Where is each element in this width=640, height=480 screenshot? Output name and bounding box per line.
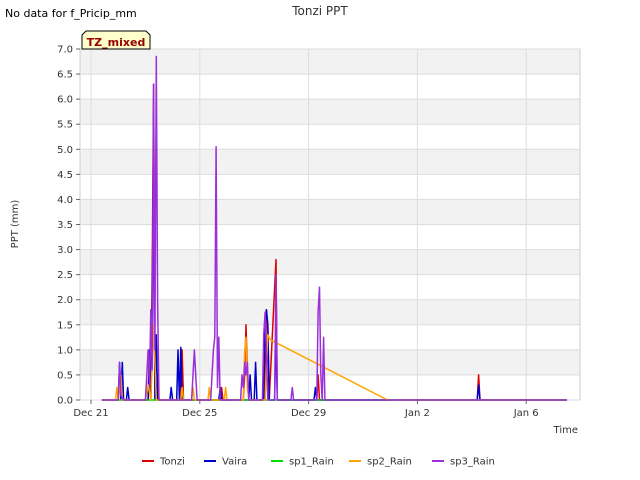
plot-band: [80, 149, 580, 175]
y-tick-label: 4.0: [57, 195, 73, 206]
x-tick-label: Dec 21: [73, 408, 108, 419]
plot-band: [80, 99, 580, 125]
y-tick-label: 1.5: [57, 320, 73, 331]
legend: Tonzi Vaira sp1_Rain sp2_Rain sp3_Rain: [142, 457, 495, 468]
y-axis-label: PPT (mm): [10, 200, 21, 249]
x-axis-label: Time: [553, 425, 578, 436]
y-tick-label: 7.0: [57, 45, 73, 56]
x-tick-label: Dec 25: [182, 408, 217, 419]
plot-band: [80, 49, 580, 75]
y-tick-label: 2.0: [57, 295, 73, 306]
y-tick-label: 3.5: [57, 220, 73, 231]
y-tick-label: 5.5: [57, 120, 73, 131]
legend-label-sp1-rain: sp1_Rain: [289, 457, 334, 468]
site-badge: TZ_mixed: [81, 30, 151, 50]
x-tick-label: Dec 29: [291, 408, 326, 419]
y-tick-label: 4.5: [57, 170, 73, 181]
x-tick-label: Jan 2: [404, 408, 430, 419]
ppt-chart: 0.0 0.5 1.0 1.5 2.0 2.5 3.0 3.5 4.0 4.5 5.0 5.5 6.0 6…: [10, 4, 581, 468]
y-axis-ticks: 0.0 0.5 1.0 1.5 2.0 2.5 3.0 3.5 4.0 4.5 5.0 5.5 6.0 6…: [57, 45, 80, 407]
legend-label-sp2-rain: sp2_Rain: [367, 457, 412, 468]
y-tick-label: 0.0: [57, 396, 73, 407]
legend-label-sp3-rain: sp3_Rain: [450, 457, 495, 468]
x-axis-ticks: Dec 21 Dec 25 Dec 29 Jan 2 Jan 6: [73, 400, 539, 419]
legend-label-vaira: Vaira: [222, 457, 247, 468]
chart-title: Tonzi PPT: [291, 4, 348, 18]
y-tick-label: 3.0: [57, 245, 73, 256]
y-tick-label: 6.0: [57, 95, 73, 106]
y-tick-label: 5.0: [57, 145, 73, 156]
y-tick-label: 6.5: [57, 70, 73, 81]
site-badge-label: TZ_mixed: [87, 36, 146, 49]
y-tick-label: 0.5: [57, 370, 73, 381]
y-tick-label: 2.5: [57, 270, 73, 281]
legend-label-tonzi: Tonzi: [159, 457, 185, 468]
y-tick-label: 1.0: [57, 345, 73, 356]
x-tick-label: Jan 6: [513, 408, 539, 419]
